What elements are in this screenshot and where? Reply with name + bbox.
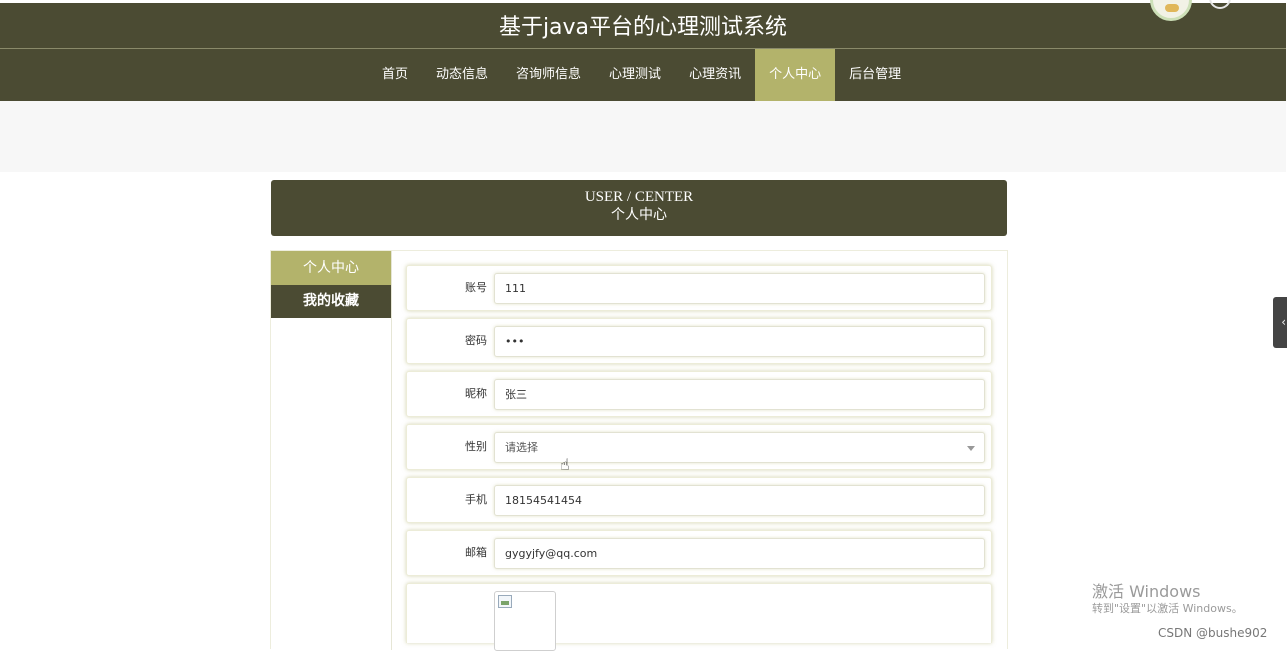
- side-menu: 个人中心 我的收藏: [271, 251, 392, 650]
- section-title-en: USER / CENTER: [584, 189, 694, 205]
- nav-admin[interactable]: 后台管理: [835, 49, 915, 101]
- windows-activation-watermark: 激活 Windows 转到"设置"以激活 Windows。: [1092, 582, 1243, 616]
- side-item-favorites[interactable]: 我的收藏: [271, 285, 391, 318]
- watermark-line2: 转到"设置"以激活 Windows。: [1092, 602, 1243, 615]
- avatar-upload[interactable]: [494, 591, 556, 651]
- email-input[interactable]: gygyjfy@qq.com: [494, 538, 985, 569]
- user-center-panel: 个人中心 我的收藏 账号 111 密码 ••• 昵称 张三 性别 请选择 手机 …: [270, 250, 1008, 651]
- section-header: USER / CENTER 个人中心: [271, 180, 1007, 236]
- csdn-watermark: CSDN @bushe902: [1158, 626, 1268, 640]
- nav-list: 首页 动态信息 咨询师信息 心理测试 心理资讯 个人中心 后台管理: [368, 49, 915, 101]
- broken-image-icon: [498, 595, 512, 608]
- form-row-email: 邮箱 gygyjfy@qq.com: [406, 530, 992, 576]
- side-item-user-center[interactable]: 个人中心: [271, 251, 391, 285]
- gender-select-value: 请选择: [505, 441, 538, 454]
- nav-home[interactable]: 首页: [368, 49, 422, 101]
- form-row-gender: 性别 请选择: [406, 424, 992, 470]
- password-input[interactable]: •••: [494, 326, 985, 357]
- account-label: 账号: [465, 281, 487, 294]
- form-row-nickname: 昵称 张三: [406, 371, 992, 417]
- banner-area: [0, 101, 1286, 172]
- nickname-label: 昵称: [465, 387, 487, 400]
- password-label: 密码: [465, 334, 487, 347]
- main-nav: 首页 动态信息 咨询师信息 心理测试 心理资讯 个人中心 后台管理: [0, 49, 1286, 101]
- form-row-phone: 手机 18154541454: [406, 477, 992, 523]
- account-input[interactable]: 111: [494, 273, 985, 304]
- nickname-input[interactable]: 张三: [494, 379, 985, 410]
- top-circle-icon[interactable]: [1209, 0, 1231, 9]
- avatar-badge-icon: [1165, 4, 1179, 12]
- nav-news[interactable]: 动态信息: [422, 49, 502, 101]
- gender-label: 性别: [465, 440, 487, 453]
- nav-user-center[interactable]: 个人中心: [755, 49, 836, 101]
- email-label: 邮箱: [465, 546, 487, 559]
- section-title-cn: 个人中心: [611, 208, 667, 223]
- watermark-line1: 激活 Windows: [1092, 582, 1201, 601]
- top-header: 基于java平台的心理测试系统: [0, 0, 1286, 49]
- chevron-down-icon: [967, 446, 975, 451]
- form-row-password: 密码 •••: [406, 318, 992, 364]
- nav-counselors[interactable]: 咨询师信息: [502, 49, 595, 101]
- nav-psych-test[interactable]: 心理测试: [595, 49, 675, 101]
- phone-label: 手机: [465, 493, 487, 506]
- hand-pointer-icon: ☝: [560, 455, 570, 474]
- form-row-account: 账号 111: [406, 265, 992, 311]
- nav-psych-info[interactable]: 心理资讯: [675, 49, 755, 101]
- profile-form: 账号 111 密码 ••• 昵称 张三 性别 请选择 手机 1815454145…: [406, 265, 992, 651]
- side-drawer-toggle[interactable]: ‹: [1273, 297, 1287, 348]
- phone-input[interactable]: 18154541454: [494, 485, 985, 516]
- site-title: 基于java平台的心理测试系统: [498, 15, 788, 40]
- form-row-avatar: [406, 583, 992, 651]
- chevron-left-icon: ‹: [1281, 315, 1286, 329]
